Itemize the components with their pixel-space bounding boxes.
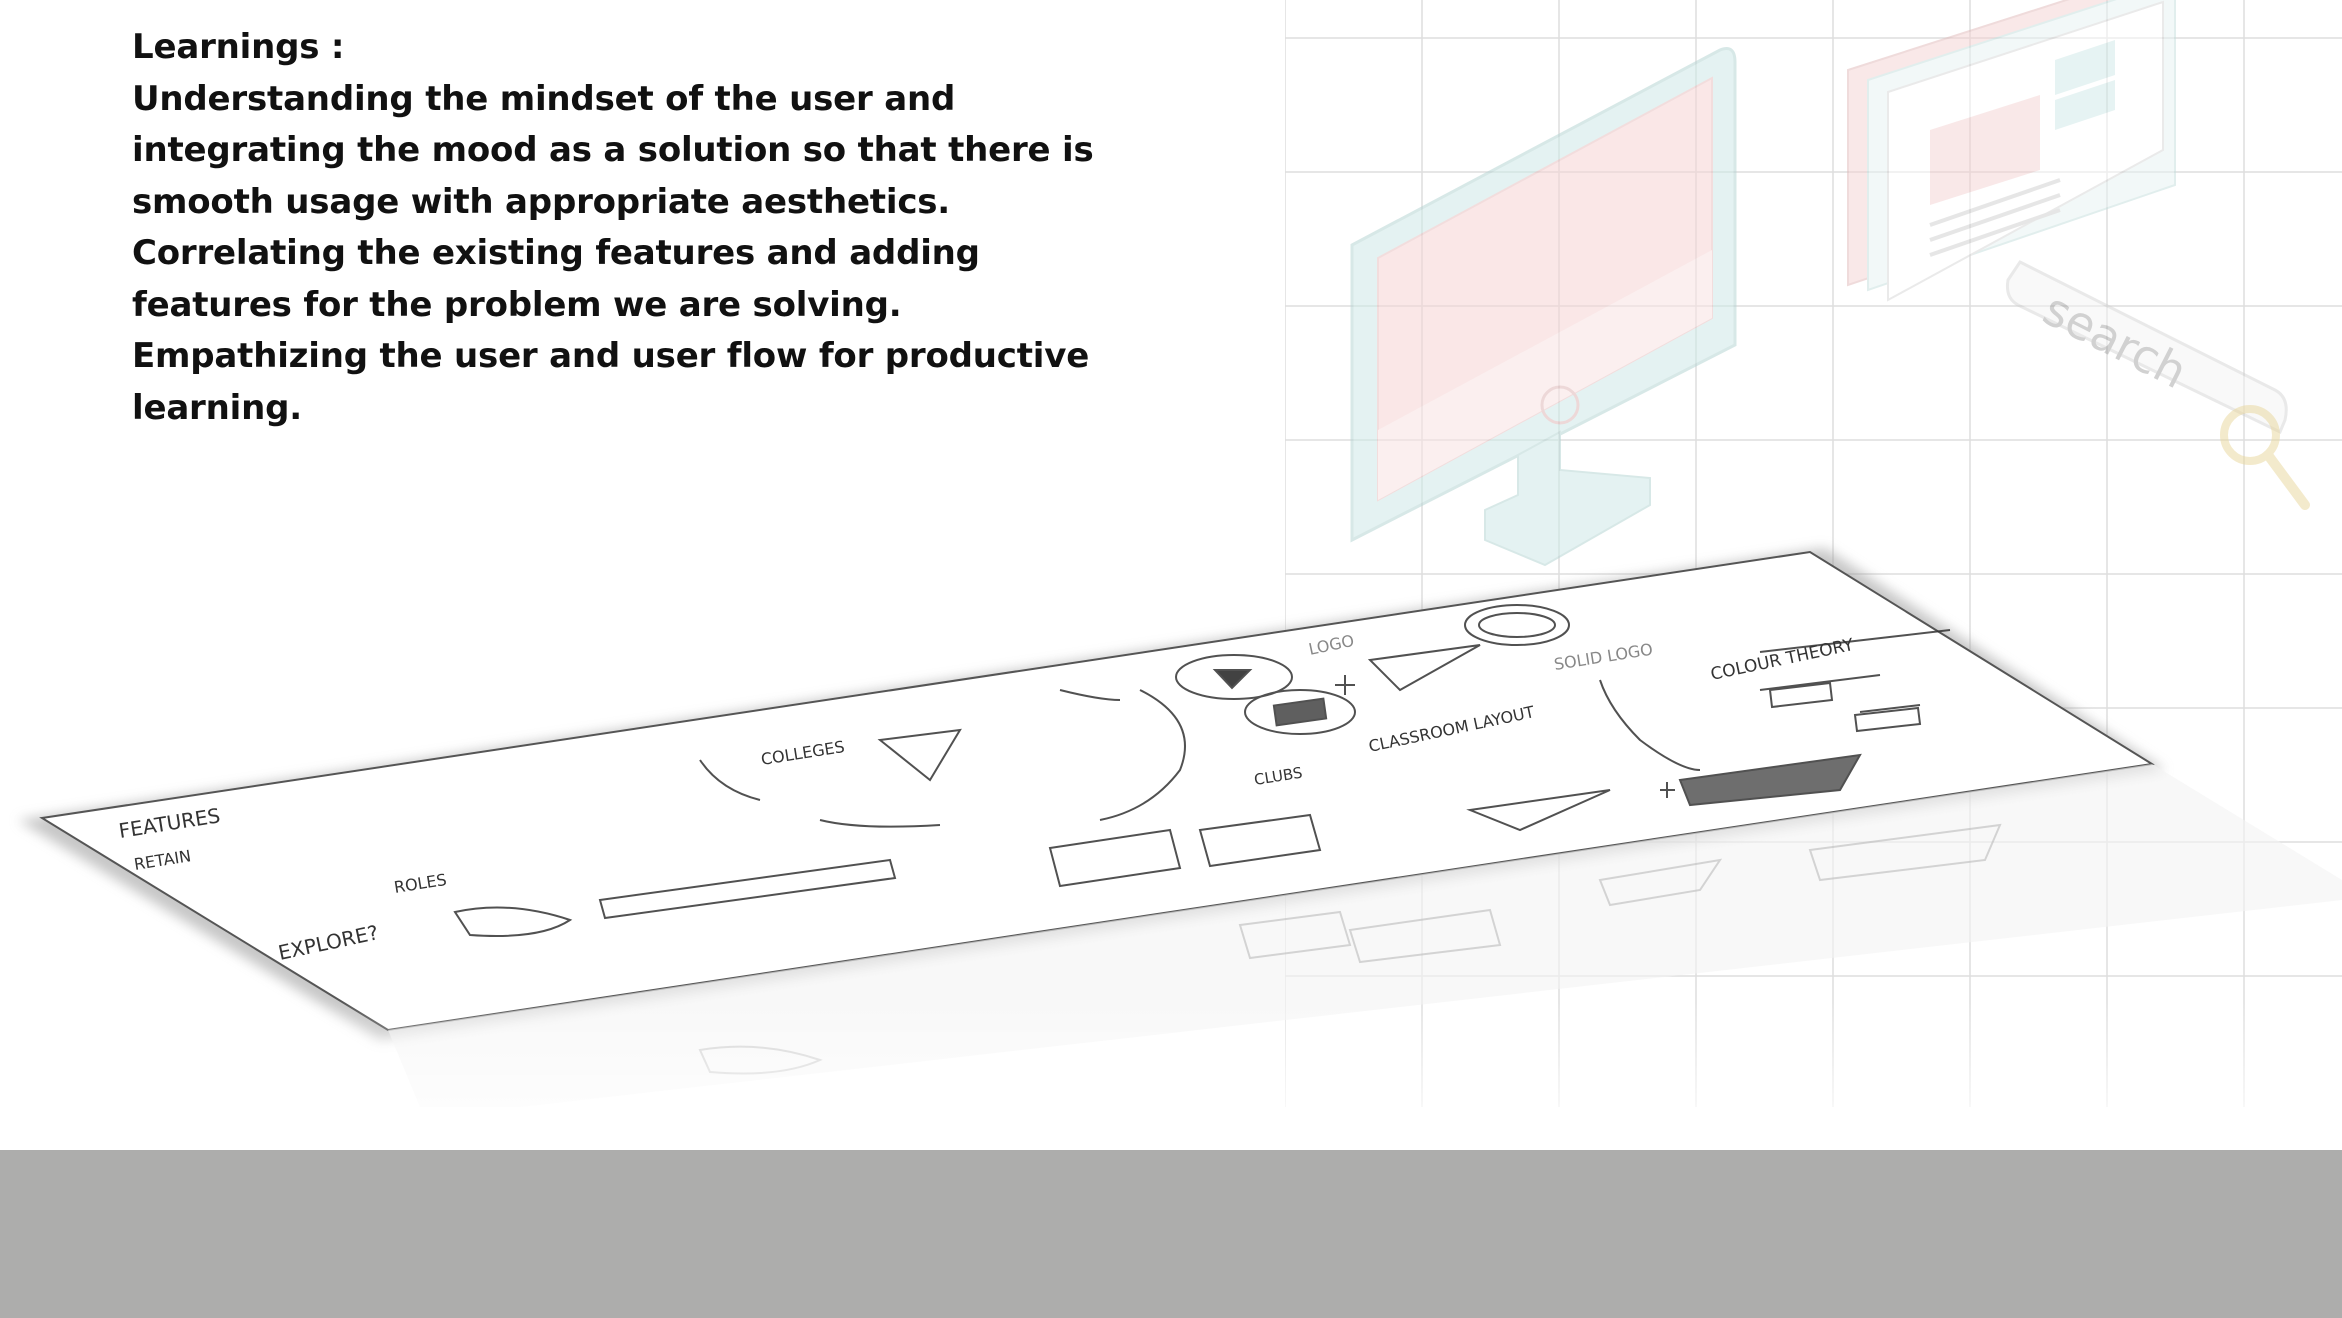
search-bar-label: search [2035,282,2196,399]
learnings-line-1: Understanding the mindset of the user an… [132,78,956,119]
learnings-line-4: Correlating the existing features and ad… [132,233,980,273]
slide-canvas: search FEATURES RETAIN EXPLORE? ROLES CO… [0,0,2342,1318]
learnings-line-3: smooth usage with appropriate aesthetics… [132,181,951,222]
learnings-line-6: Empathizing the user and user flow for p… [132,336,1090,376]
learnings-line-5: features for the problem we are solving. [132,284,902,325]
learnings-line-7: learning. [132,387,302,428]
learnings-text-block: Learnings : Understanding the mindset of… [132,22,1132,434]
learnings-heading: Learnings : [132,27,345,67]
footer-band [0,1150,2342,1318]
learnings-line-2: integrating the mood as a solution so th… [132,130,1094,170]
browser-windows-icon [1847,0,2176,302]
monitor-icon [1350,47,1737,567]
